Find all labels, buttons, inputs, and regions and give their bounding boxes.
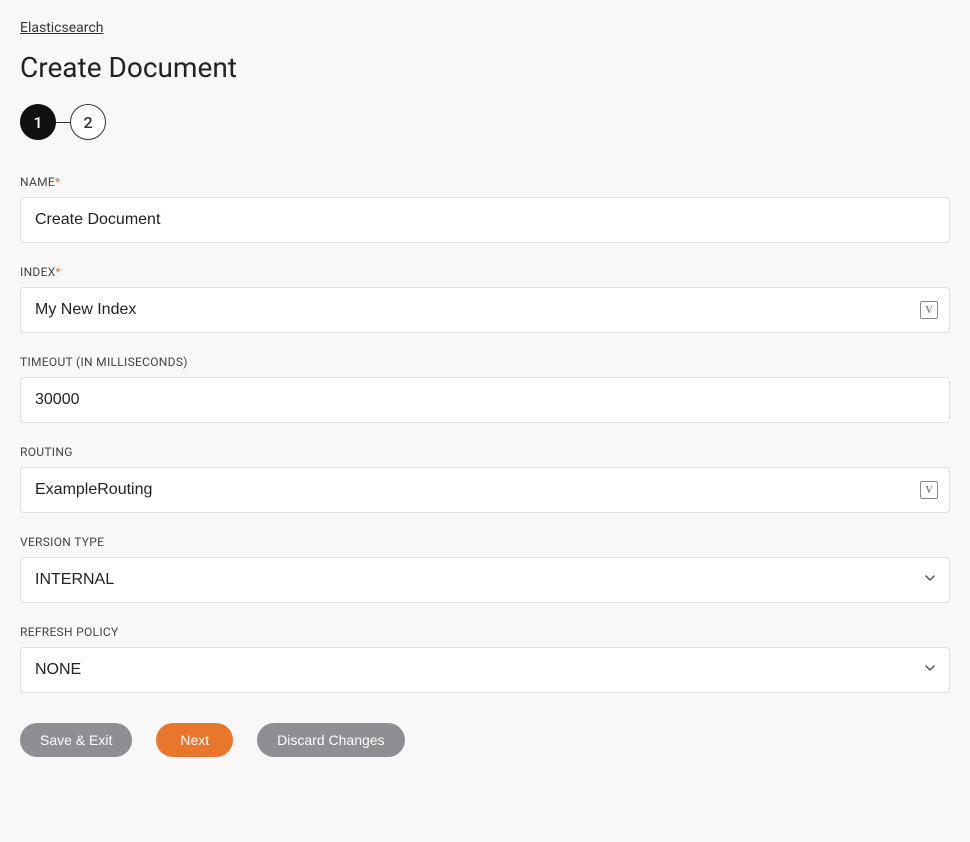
required-asterisk: * (55, 175, 60, 189)
step-1[interactable]: 1 (20, 104, 56, 140)
routing-label: ROUTING (20, 445, 950, 459)
page-title: Create Document (20, 51, 950, 84)
timeout-label: TIMEOUT (IN MILLISECONDS) (20, 355, 950, 369)
breadcrumb-link[interactable]: Elasticsearch (20, 20, 103, 36)
refresh-policy-select[interactable] (20, 647, 950, 693)
name-input[interactable] (20, 197, 950, 243)
index-label: INDEX* (20, 265, 950, 279)
field-timeout: TIMEOUT (IN MILLISECONDS) (20, 355, 950, 423)
step-connector (56, 122, 70, 123)
save-exit-button[interactable]: Save & Exit (20, 723, 132, 757)
timeout-input[interactable] (20, 377, 950, 423)
field-refresh-policy: REFRESH POLICY (20, 625, 950, 693)
routing-input[interactable] (20, 467, 950, 513)
stepper: 1 2 (20, 104, 950, 140)
required-asterisk: * (56, 265, 61, 279)
index-input[interactable] (20, 287, 950, 333)
version-type-select[interactable] (20, 557, 950, 603)
variable-icon[interactable]: V (920, 301, 938, 319)
next-button[interactable]: Next (156, 723, 233, 757)
step-2[interactable]: 2 (70, 104, 106, 140)
refresh-policy-label: REFRESH POLICY (20, 625, 950, 639)
discard-changes-button[interactable]: Discard Changes (257, 723, 404, 757)
field-index: INDEX* V (20, 265, 950, 333)
field-routing: ROUTING V (20, 445, 950, 513)
field-version-type: VERSION TYPE (20, 535, 950, 603)
variable-icon[interactable]: V (920, 481, 938, 499)
button-row: Save & Exit Next Discard Changes (20, 723, 950, 757)
version-type-label: VERSION TYPE (20, 535, 950, 549)
name-label: NAME* (20, 175, 950, 189)
field-name: NAME* (20, 175, 950, 243)
